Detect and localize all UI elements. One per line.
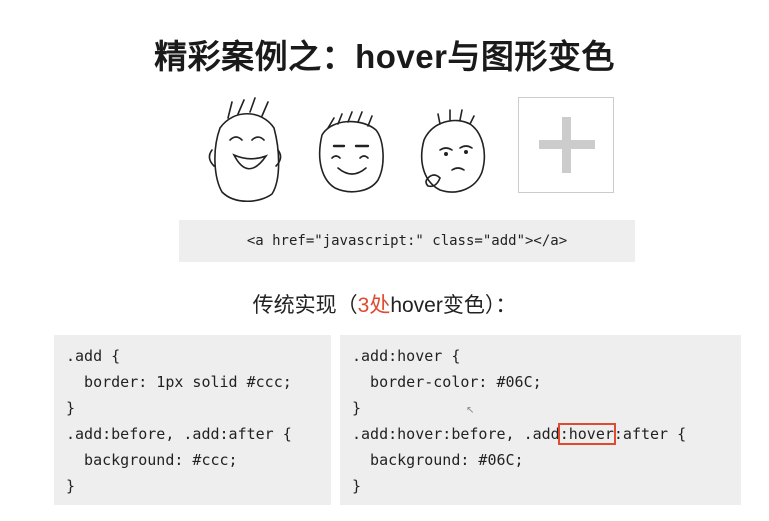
code-segment: .add:hover:before, .add	[352, 425, 560, 443]
code-line: .add:hover {	[352, 347, 461, 365]
html-code-snippet: <a href="javascript:" class="add"></a>	[179, 220, 635, 262]
subtitle-suffix: hover变色）：	[390, 294, 517, 317]
mouse-cursor-icon: ↖	[466, 405, 475, 416]
pondering-face-icon	[420, 109, 486, 193]
grinning-face-icon	[318, 111, 384, 193]
css-code-block-hover: .add:hover { border-color: #06C; } .add:…	[340, 335, 741, 505]
code-line: }	[66, 477, 76, 495]
code-line: }	[66, 399, 76, 417]
code-line: border: 1px solid #ccc;	[66, 373, 292, 391]
subtitle: 传统实现（3处hover变色）：	[0, 289, 769, 319]
hover-highlight-box: :hover	[557, 423, 616, 445]
code-line: background: #06C;	[352, 451, 524, 469]
code-line: .add:before, .add:after {	[66, 425, 292, 443]
subtitle-highlight: 3处	[357, 294, 391, 317]
code-line: }	[352, 477, 362, 495]
add-plus-icon[interactable]	[518, 97, 614, 193]
code-line: background: #ccc;	[66, 451, 238, 469]
code-line: .add {	[66, 347, 121, 365]
code-line-highlighted: .add:hover:before, .add:hover:after {	[352, 421, 741, 447]
css-code-block-default: .add { border: 1px solid #ccc; } .add:be…	[54, 335, 331, 505]
code-segment: :after {	[613, 425, 687, 443]
code-line: }	[352, 399, 362, 417]
slide: 精彩案例之：hover与图形变色 <a href="javascript:" c…	[0, 0, 769, 521]
laughing-face-icon	[208, 97, 282, 203]
subtitle-prefix: 传统实现（	[252, 294, 358, 317]
code-line: border-color: #06C;	[352, 373, 542, 391]
plus-vertical-bar	[562, 117, 571, 173]
